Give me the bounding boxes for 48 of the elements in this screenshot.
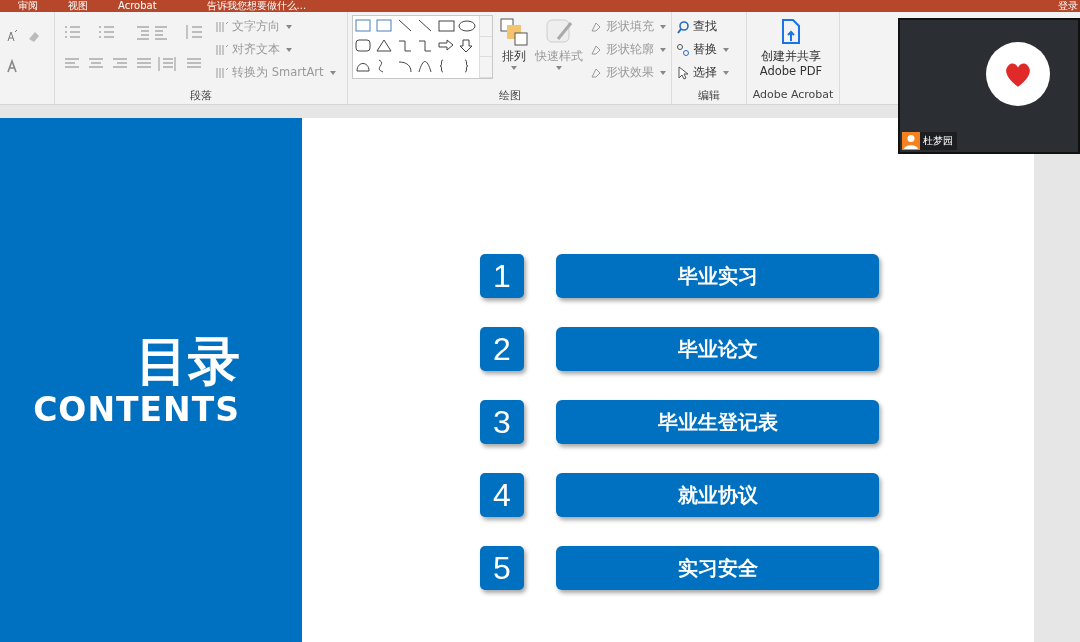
text-format-icon: [215, 19, 229, 34]
group-label: 编辑: [697, 88, 721, 104]
caret-icon: [511, 66, 517, 70]
slide-subtitle: CONTENTS: [33, 391, 240, 429]
caret-icon: [723, 70, 729, 75]
contents-item: 毕业实习: [556, 254, 879, 298]
caret-icon: [660, 70, 666, 75]
arrange-icon: [499, 17, 529, 47]
tell-me-search[interactable]: 告诉我您想要做什么...: [206, 0, 307, 12]
participant-name: 杜梦园: [923, 134, 953, 148]
group-label: 绘图: [497, 88, 522, 104]
caret-icon: [286, 47, 292, 52]
number-tile: 1: [480, 254, 524, 298]
group-label: 段落: [189, 88, 213, 104]
cursor-icon: [676, 65, 690, 80]
search-icon: [676, 19, 690, 34]
number-tile: 3: [480, 400, 524, 444]
number-tile: 4: [480, 473, 524, 517]
font-size-icon[interactable]: [4, 28, 20, 44]
ribbon-command[interactable]: 替换: [676, 40, 729, 59]
contents-item: 实习安全: [556, 546, 879, 590]
replace-icon: [676, 42, 690, 57]
ribbon-tab[interactable]: 审阅: [18, 0, 38, 12]
ribbon-tab[interactable]: Acrobat: [118, 0, 157, 12]
caret-icon: [660, 24, 666, 29]
contents-item: 就业协议: [556, 473, 879, 517]
contents-item: 毕业生登记表: [556, 400, 879, 444]
group-label: Adobe Acrobat: [751, 88, 835, 103]
contents-item: 毕业论文: [556, 327, 879, 371]
person-icon: [902, 132, 920, 150]
number-tile: 2: [480, 327, 524, 371]
sign-in-link[interactable]: 登录: [1058, 0, 1078, 12]
caret-icon: [723, 47, 729, 52]
ribbon-command[interactable]: 排列: [499, 15, 529, 88]
caret-icon: [556, 66, 562, 70]
caret-icon: [286, 24, 292, 29]
ribbon-tab[interactable]: 视图: [68, 0, 88, 12]
ribbon-command[interactable]: 创建并共享 Adobe PDF: [751, 15, 831, 88]
font-color-icon[interactable]: [4, 58, 20, 74]
number-tile: 5: [480, 546, 524, 590]
shape-gallery[interactable]: [352, 15, 493, 79]
caret-icon: [660, 47, 666, 52]
text-format-icon: [215, 42, 229, 57]
ribbon-command[interactable]: 查找: [676, 17, 729, 36]
text-format-icon: [215, 65, 229, 80]
caret-icon: [329, 70, 336, 75]
slide-title: 目录: [135, 331, 240, 391]
ribbon-command[interactable]: 选择: [676, 63, 729, 82]
